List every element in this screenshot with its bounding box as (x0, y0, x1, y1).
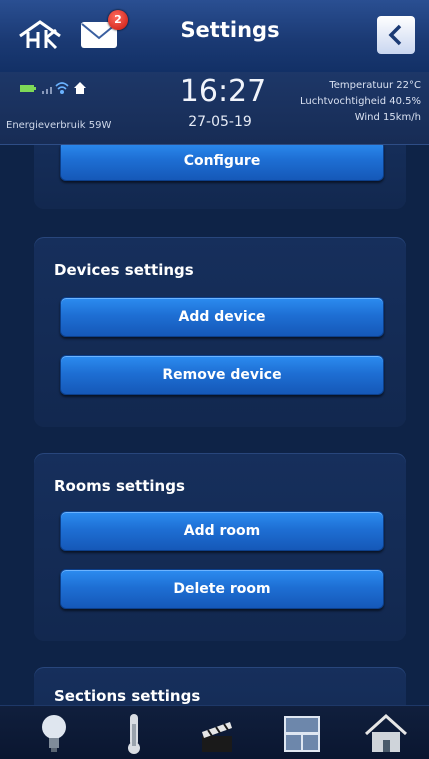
light-bulb-icon[interactable] (26, 710, 86, 756)
mail-badge: 2 (108, 10, 128, 30)
bottom-navigation (0, 705, 429, 759)
devices-settings-title: Devices settings (54, 261, 194, 279)
home-status-icon (74, 82, 86, 94)
top-bar: 2 Settings (0, 0, 429, 73)
back-button[interactable] (377, 16, 415, 54)
add-room-button[interactable]: Add room (60, 511, 384, 551)
page-title: Settings (180, 18, 280, 42)
sections-settings-title: Sections settings (54, 687, 201, 705)
weather-info: Temperatuur 22°C Luchtvochtigheid 40.5% … (241, 78, 421, 126)
settings-list[interactable]: Configure Devices settings Add device Re… (0, 145, 429, 705)
scenes-clapper-icon[interactable] (186, 710, 246, 756)
devices-settings-card: Devices settings Add device Remove devic… (34, 237, 406, 427)
battery-icon (20, 85, 36, 92)
temperature-text: Temperatuur 22°C (329, 80, 421, 91)
back-arrow-icon (388, 24, 402, 46)
status-panel: 16:27 27-05-19 Energieverbruik 59W Tempe… (0, 72, 429, 145)
rooms-settings-card: Rooms settings Add room Delete room (34, 453, 406, 641)
house-icon[interactable] (356, 710, 416, 756)
thermometer-icon[interactable] (104, 710, 164, 756)
configure-card: Configure (34, 145, 406, 209)
wind-text: Wind 15km/h (354, 112, 421, 123)
sections-settings-card: Sections settings (34, 667, 406, 705)
energy-usage: Energieverbruik 59W (6, 120, 112, 131)
status-icons (20, 82, 86, 95)
signal-icon (42, 87, 52, 94)
remove-device-button[interactable]: Remove device (60, 355, 384, 395)
delete-room-button[interactable]: Delete room (60, 569, 384, 609)
rooms-settings-title: Rooms settings (54, 477, 185, 495)
window-shutter-icon[interactable] (272, 710, 332, 756)
home-logo-icon[interactable] (16, 16, 64, 56)
wifi-icon (55, 82, 69, 95)
add-device-button[interactable]: Add device (60, 297, 384, 337)
configure-button[interactable]: Configure (60, 145, 384, 181)
humidity-text: Luchtvochtigheid 40.5% (300, 96, 421, 107)
